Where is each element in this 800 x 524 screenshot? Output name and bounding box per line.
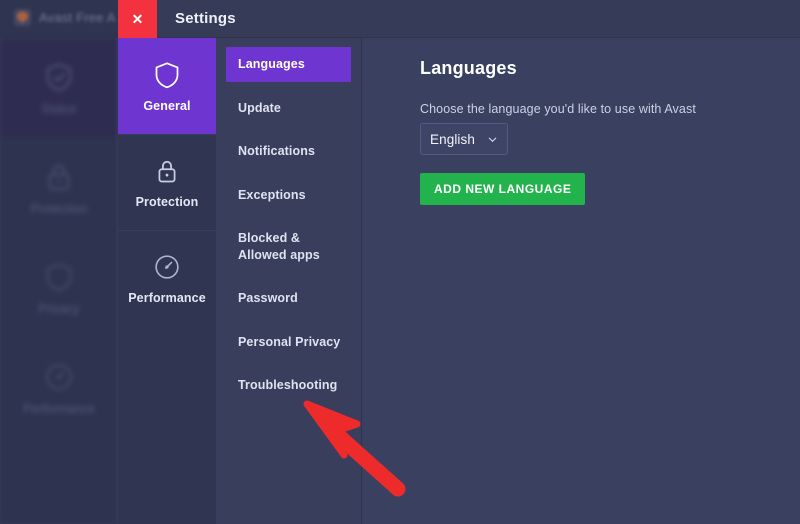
settings-content-panel: Languages Choose the language you'd like… xyxy=(363,38,800,524)
speedometer-icon xyxy=(44,361,74,393)
settings-menu-list: Languages Update Notifications Exception… xyxy=(216,38,362,524)
settings-dialog: ✕ Settings General Protection Performanc… xyxy=(118,0,800,524)
page-title: Languages xyxy=(420,58,517,78)
shield-check-icon xyxy=(44,61,74,93)
panel-description: Choose the language you'd like to use wi… xyxy=(420,102,696,116)
shield-icon xyxy=(153,60,181,90)
category-item-protection[interactable]: Protection xyxy=(118,134,216,230)
menu-gap xyxy=(216,169,361,178)
lock-icon xyxy=(153,156,181,186)
menu-gap xyxy=(216,316,361,325)
speedometer-icon xyxy=(153,252,181,282)
settings-dialog-title: Settings xyxy=(175,10,236,27)
background-nav-label: Performance xyxy=(23,401,95,416)
close-button[interactable]: ✕ xyxy=(118,0,157,38)
background-nav-label: Status xyxy=(41,101,77,116)
settings-category-rail: General Protection Performance xyxy=(118,38,216,524)
menu-item-languages[interactable]: Languages xyxy=(226,47,351,82)
add-new-language-button[interactable]: ADD NEW LANGUAGE xyxy=(420,173,586,205)
menu-gap xyxy=(216,125,361,134)
background-nav-label: Protection xyxy=(30,201,88,216)
settings-dialog-header: ✕ Settings xyxy=(118,0,800,38)
menu-item-personal-privacy[interactable]: Personal Privacy xyxy=(226,325,351,360)
category-item-general[interactable]: General xyxy=(118,38,216,134)
category-item-label: General xyxy=(143,98,191,113)
language-select[interactable]: English xyxy=(420,123,508,155)
language-select-value: English xyxy=(430,131,475,147)
background-app-title: Avast Free A xyxy=(39,10,116,25)
screenshot-root: Avast Free A Status Protection Privacy P… xyxy=(0,0,800,524)
background-nav-item-performance[interactable]: Performance xyxy=(0,338,118,438)
menu-gap xyxy=(216,359,361,368)
menu-item-troubleshooting[interactable]: Troubleshooting xyxy=(226,368,351,403)
background-app-sidebar: Status Protection Privacy Performance xyxy=(0,38,118,524)
menu-gap xyxy=(216,212,361,221)
menu-item-blocked-allowed-apps[interactable]: Blocked & Allowed apps xyxy=(226,221,351,272)
category-item-performance[interactable]: Performance xyxy=(118,230,216,326)
menu-item-notifications[interactable]: Notifications xyxy=(226,134,351,169)
lock-icon xyxy=(44,161,74,193)
menu-gap xyxy=(216,272,361,281)
category-item-label: Protection xyxy=(135,195,199,209)
background-app-title-group: Avast Free A xyxy=(14,9,116,26)
category-item-label: Performance xyxy=(128,291,206,305)
chevron-down-icon xyxy=(487,134,498,145)
menu-gap xyxy=(216,82,361,91)
avast-logo-icon xyxy=(14,9,31,26)
background-nav-item-privacy[interactable]: Privacy xyxy=(0,238,118,338)
menu-top-spacer xyxy=(216,38,361,47)
background-nav-item-status[interactable]: Status xyxy=(0,38,118,138)
menu-item-exceptions[interactable]: Exceptions xyxy=(226,178,351,213)
menu-item-update[interactable]: Update xyxy=(226,91,351,126)
close-icon: ✕ xyxy=(131,11,144,27)
menu-item-password[interactable]: Password xyxy=(226,281,351,316)
background-nav-item-protection[interactable]: Protection xyxy=(0,138,118,238)
shield-icon xyxy=(44,261,74,293)
background-nav-label: Privacy xyxy=(38,301,80,316)
